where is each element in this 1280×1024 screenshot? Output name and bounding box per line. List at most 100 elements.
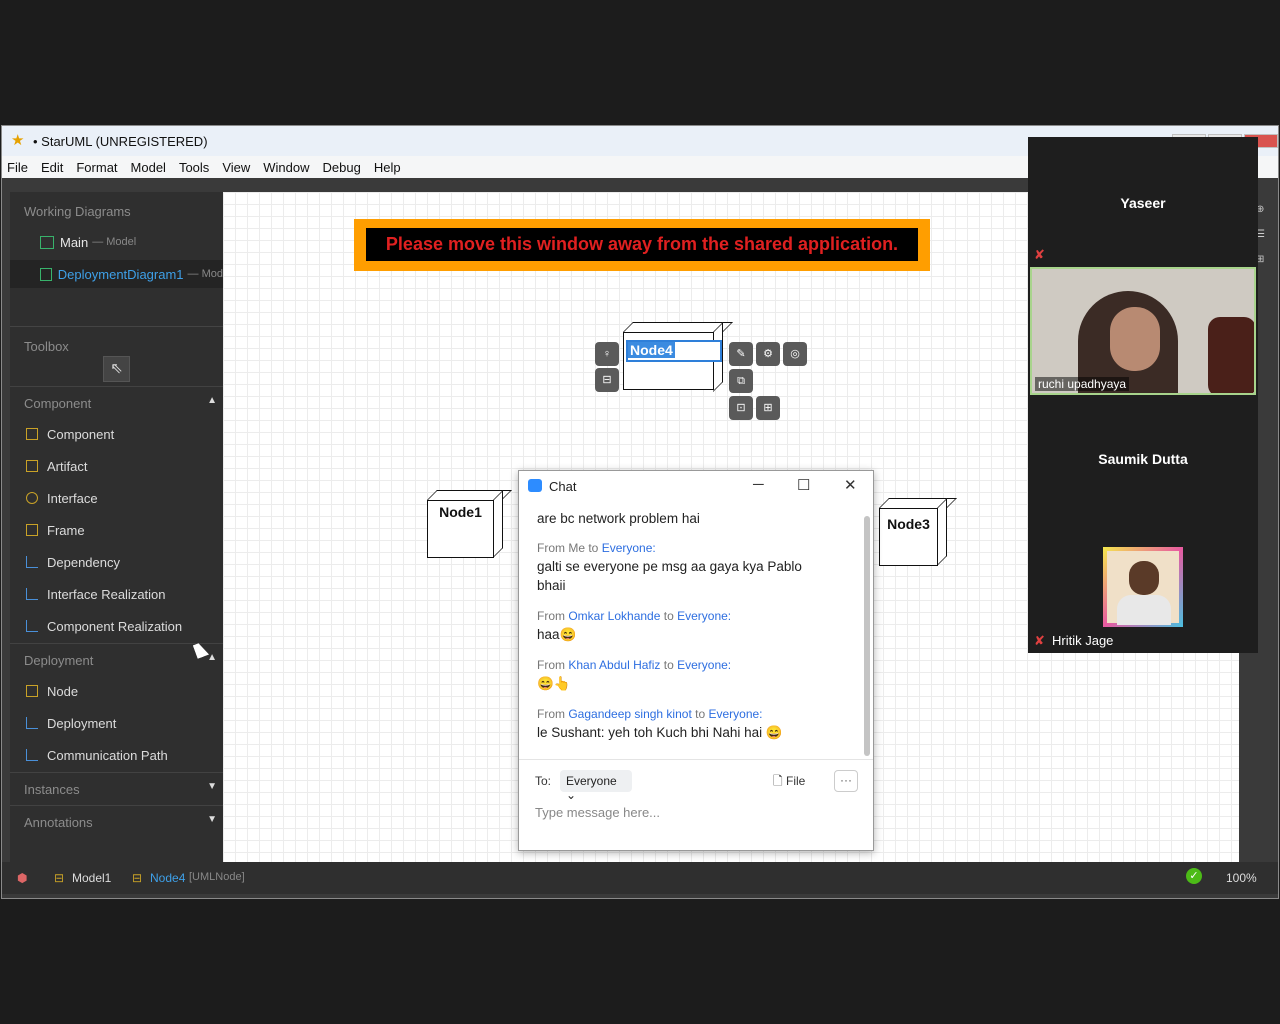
- status-selected[interactable]: Node4: [150, 871, 185, 885]
- node-name-editor[interactable]: Node4: [626, 340, 722, 362]
- zoom-chat-icon: [528, 479, 542, 492]
- quick-add-port-icon[interactable]: ♀: [595, 342, 619, 366]
- to-label: To:: [535, 774, 552, 788]
- warning-text: Please move this window away from the sh…: [366, 228, 918, 261]
- tool-label: Component: [47, 426, 115, 442]
- participant-name: Yaseer: [1120, 195, 1166, 211]
- toolbox-title: Toolbox: [24, 339, 69, 354]
- component-realization-icon: [26, 620, 38, 632]
- frame-icon: [26, 524, 38, 536]
- tool-component-realization[interactable]: Component Realization: [10, 611, 223, 641]
- divider: [10, 326, 223, 327]
- participants-panel: Yaseer ✘ ruchi upadhyaya Saumik Dutta ✘ …: [1028, 137, 1258, 653]
- participant-name: ruchi upadhyaya: [1035, 377, 1130, 391]
- node-side-face: [493, 490, 503, 558]
- menu-format[interactable]: Format: [76, 160, 117, 175]
- node-label: Node1: [439, 504, 482, 520]
- quick-style-icon[interactable]: ◎: [783, 342, 807, 366]
- tool-label: Interface: [47, 490, 98, 506]
- participant-name: Hritik Jage: [1052, 633, 1114, 648]
- node-icon: ⊟: [132, 871, 143, 885]
- status-bar: ⬢ ⊟ Model1 ⊟ Node4 [UMLNode] ✓ 100%: [2, 862, 1278, 894]
- group-label: Deployment: [24, 653, 94, 668]
- diagram-item-deployment[interactable]: DeploymentDiagram1 — Mod: [10, 260, 223, 288]
- status-selected-type: [UMLNode]: [189, 871, 245, 883]
- node1-shape[interactable]: Node1: [427, 490, 512, 560]
- tool-label: Artifact: [47, 458, 88, 474]
- recipient-dropdown[interactable]: Everyone ⌄: [560, 770, 632, 802]
- video-chair: [1208, 317, 1254, 393]
- menu-window[interactable]: Window: [263, 160, 309, 175]
- node-side-face: [937, 498, 947, 566]
- file-button[interactable]: 🗋 File: [773, 772, 805, 793]
- node4-shape[interactable]: Node4: [623, 322, 733, 392]
- message-text: are bc network problem hai: [537, 511, 700, 526]
- tool-label: Deployment: [47, 715, 117, 731]
- group-annotations[interactable]: Annotations ▼: [10, 805, 223, 837]
- quick-settings-icon[interactable]: ⚙: [756, 342, 780, 366]
- minimize-icon[interactable]: ─: [753, 476, 764, 493]
- menu-edit[interactable]: Edit: [41, 160, 63, 175]
- model-explorer-icon[interactable]: ⬢: [17, 871, 27, 885]
- artifact-icon: [26, 460, 38, 472]
- participant-video[interactable]: ruchi upadhyaya: [1030, 267, 1256, 395]
- participant-tile[interactable]: Saumik Dutta: [1028, 395, 1258, 523]
- menu-help[interactable]: Help: [374, 160, 401, 175]
- status-model[interactable]: Model1: [72, 871, 111, 885]
- menu-model[interactable]: Model: [131, 160, 166, 175]
- chat-messages[interactable]: are bc network problem hai From Me to Ev…: [519, 501, 864, 759]
- chat-window: Chat ─ ☐ ✕ are bc network problem hai Fr…: [518, 470, 874, 851]
- window-title: • StarUML (UNREGISTERED): [33, 133, 208, 149]
- node-label: Node3: [887, 516, 930, 532]
- menu-debug[interactable]: Debug: [323, 160, 361, 175]
- message-meta: From Me to Everyone:: [537, 541, 656, 555]
- maximize-icon[interactable]: ☐: [797, 476, 810, 494]
- sidebar: Working Diagrams Main — Model Deployment…: [10, 192, 223, 862]
- deployment-diagram-icon: [40, 267, 52, 281]
- quick-add-deployment-icon[interactable]: ⊡: [729, 396, 753, 420]
- tool-communication-path[interactable]: Communication Path: [10, 740, 223, 770]
- message-meta: From Gagandeep singh kinot to Everyone:: [537, 707, 763, 721]
- message-meta: From Khan Abdul Hafiz to Everyone:: [537, 658, 732, 672]
- diagram-name: Main: [60, 234, 89, 250]
- validation-ok-icon[interactable]: ✓: [1186, 868, 1202, 884]
- tool-deployment[interactable]: Deployment: [10, 708, 223, 738]
- quick-add-node-icon[interactable]: ⧉: [729, 369, 753, 393]
- muted-mic-icon: ✘: [1034, 247, 1045, 262]
- tool-label: Dependency: [47, 554, 120, 570]
- group-component[interactable]: Component ▲: [10, 386, 223, 418]
- quick-line-color-icon[interactable]: ✎: [729, 342, 753, 366]
- more-options-button[interactable]: ···: [834, 770, 858, 792]
- tool-component[interactable]: Component: [10, 419, 223, 449]
- zoom-level[interactable]: 100%: [1226, 871, 1257, 885]
- message-input[interactable]: [535, 802, 855, 822]
- tool-frame[interactable]: Frame: [10, 515, 223, 545]
- tool-artifact[interactable]: Artifact: [10, 451, 223, 481]
- menu-view[interactable]: View: [222, 160, 250, 175]
- participant-tile[interactable]: Yaseer ✘: [1028, 137, 1258, 265]
- group-deployment[interactable]: Deployment ▲: [10, 643, 223, 675]
- participant-avatar: [1103, 547, 1183, 627]
- tool-interface[interactable]: Interface: [10, 483, 223, 513]
- working-diagrams-title: Working Diagrams: [24, 204, 131, 219]
- select-pointer-button[interactable]: ⇖: [103, 356, 130, 382]
- chat-scrollbar[interactable]: [864, 516, 870, 756]
- chat-header: Chat ─ ☐ ✕: [519, 471, 873, 501]
- tool-label: Node: [47, 683, 79, 699]
- quick-add-component-icon[interactable]: ⊞: [756, 396, 780, 420]
- tool-node[interactable]: Node: [10, 676, 223, 706]
- tool-label: Interface Realization: [47, 586, 166, 602]
- diagram-item-main[interactable]: Main — Model: [10, 228, 223, 256]
- menu-tools[interactable]: Tools: [179, 160, 209, 175]
- tool-dependency[interactable]: Dependency: [10, 547, 223, 577]
- group-instances[interactable]: Instances ▼: [10, 772, 223, 804]
- menu-file[interactable]: File: [7, 160, 28, 175]
- close-icon[interactable]: ✕: [844, 476, 857, 494]
- message-text: le Sushant: yeh toh Kuch bhi Nahi hai 😄: [537, 725, 783, 740]
- tool-interface-realization[interactable]: Interface Realization: [10, 579, 223, 609]
- message-text: galti se everyone pe msg aa gaya kya Pab…: [537, 559, 802, 593]
- group-label: Component: [24, 396, 92, 411]
- node3-shape[interactable]: Node3: [879, 498, 957, 568]
- quick-add-artifact-icon[interactable]: ⊟: [595, 368, 619, 392]
- chat-composer: To: Everyone ⌄ 🗋 File ···: [519, 759, 873, 851]
